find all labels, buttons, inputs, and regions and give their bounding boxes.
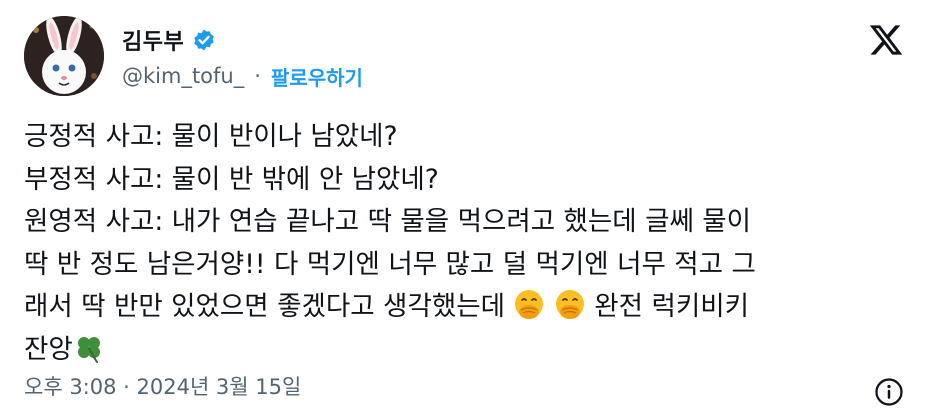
four-leaf-clover-icon — [77, 336, 100, 363]
avatar[interactable] — [24, 16, 104, 96]
author-handle-row: @kim_tofu_ · 팔로우하기 — [122, 60, 363, 92]
tweet-line: 부정적 사고: 물이 반 밖에 안 남았네? — [24, 163, 439, 195]
info-icon[interactable] — [874, 377, 904, 407]
white-rabbit-avatar-icon — [24, 16, 104, 96]
author-name-row: 김두부 — [122, 24, 216, 56]
tweet-text: 긍정적 사고: 물이 반이나 남았네? 부정적 사고: 물이 반 밖에 안 남았… — [24, 116, 914, 371]
tweet-line: 완전 럭키비키 — [585, 291, 749, 322]
author-name[interactable]: 김두부 — [122, 24, 184, 56]
face-with-hand-over-mouth-icon — [555, 290, 584, 319]
separator-dot: · — [254, 64, 261, 88]
face-with-hand-over-mouth-icon — [515, 290, 544, 319]
verified-badge-icon — [194, 29, 215, 51]
author-handle[interactable]: @kim_tofu_ — [122, 64, 244, 88]
tweet-line: 원영적 사고: 내가 연습 끝나고 딱 물을 먹으려고 했는데 글쎄 물이 — [24, 206, 752, 237]
tweet-timestamp[interactable]: 오후 3:08 · 2024년 3월 15일 — [24, 371, 301, 401]
tweet-line: 딱 반 정도 남은거양!! 다 먹기엔 너무 많고 덜 먹기엔 너무 적고 그 — [24, 248, 756, 280]
follow-button[interactable]: 팔로우하기 — [271, 62, 363, 91]
tweet-line: 잔앙 — [24, 333, 73, 365]
tweet-card: 김두부 @kim_tofu_ · 팔로우하기 긍정적 사고: 물이 반이나 남았… — [0, 0, 930, 418]
tweet-line: 래서 딱 반만 있었으면 좋겠다고 생각했는데 — [24, 291, 505, 322]
x-logo-icon[interactable] — [868, 22, 904, 58]
tweet-line: 긍정적 사고: 물이 반이나 남았네? — [24, 121, 398, 152]
